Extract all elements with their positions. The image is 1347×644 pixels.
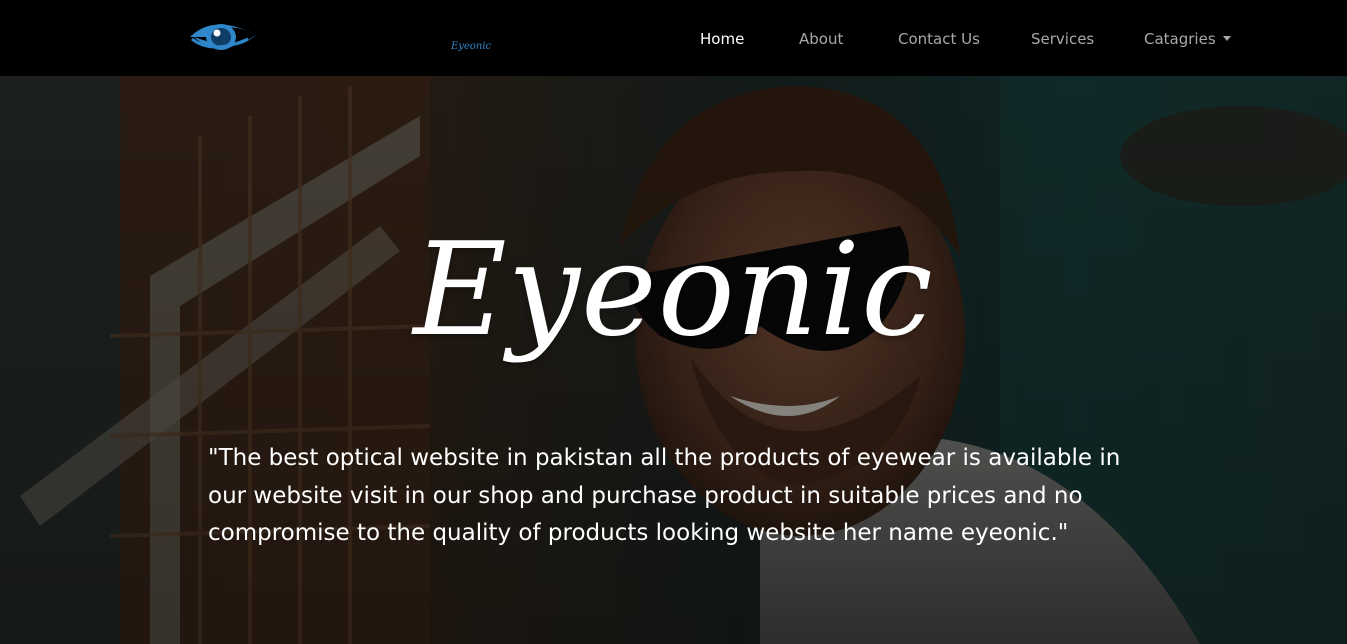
hero-title: Eyeonic <box>413 216 934 365</box>
nav-contact-us[interactable]: Contact Us <box>898 30 980 48</box>
nav-catagries-label: Catagries <box>1144 30 1216 48</box>
hero-description: "The best optical website in pakistan al… <box>208 445 1121 546</box>
caret-down-icon <box>1222 36 1231 41</box>
nav-services[interactable]: Services <box>1031 30 1094 48</box>
brand-logo-text: Eyeonic <box>451 41 492 52</box>
brand-logo[interactable]: Eyeonic <box>188 15 491 57</box>
nav-home[interactable]: Home <box>700 30 744 48</box>
eye-icon <box>190 24 256 50</box>
hero-section: Eyeonic "The best optical website in pak… <box>0 76 1347 644</box>
nav-about[interactable]: About <box>799 30 843 48</box>
nav-catagries-dropdown[interactable]: Catagries <box>1144 30 1231 48</box>
navbar: Eyeonic Home About Contact Us Services C… <box>0 0 1347 76</box>
